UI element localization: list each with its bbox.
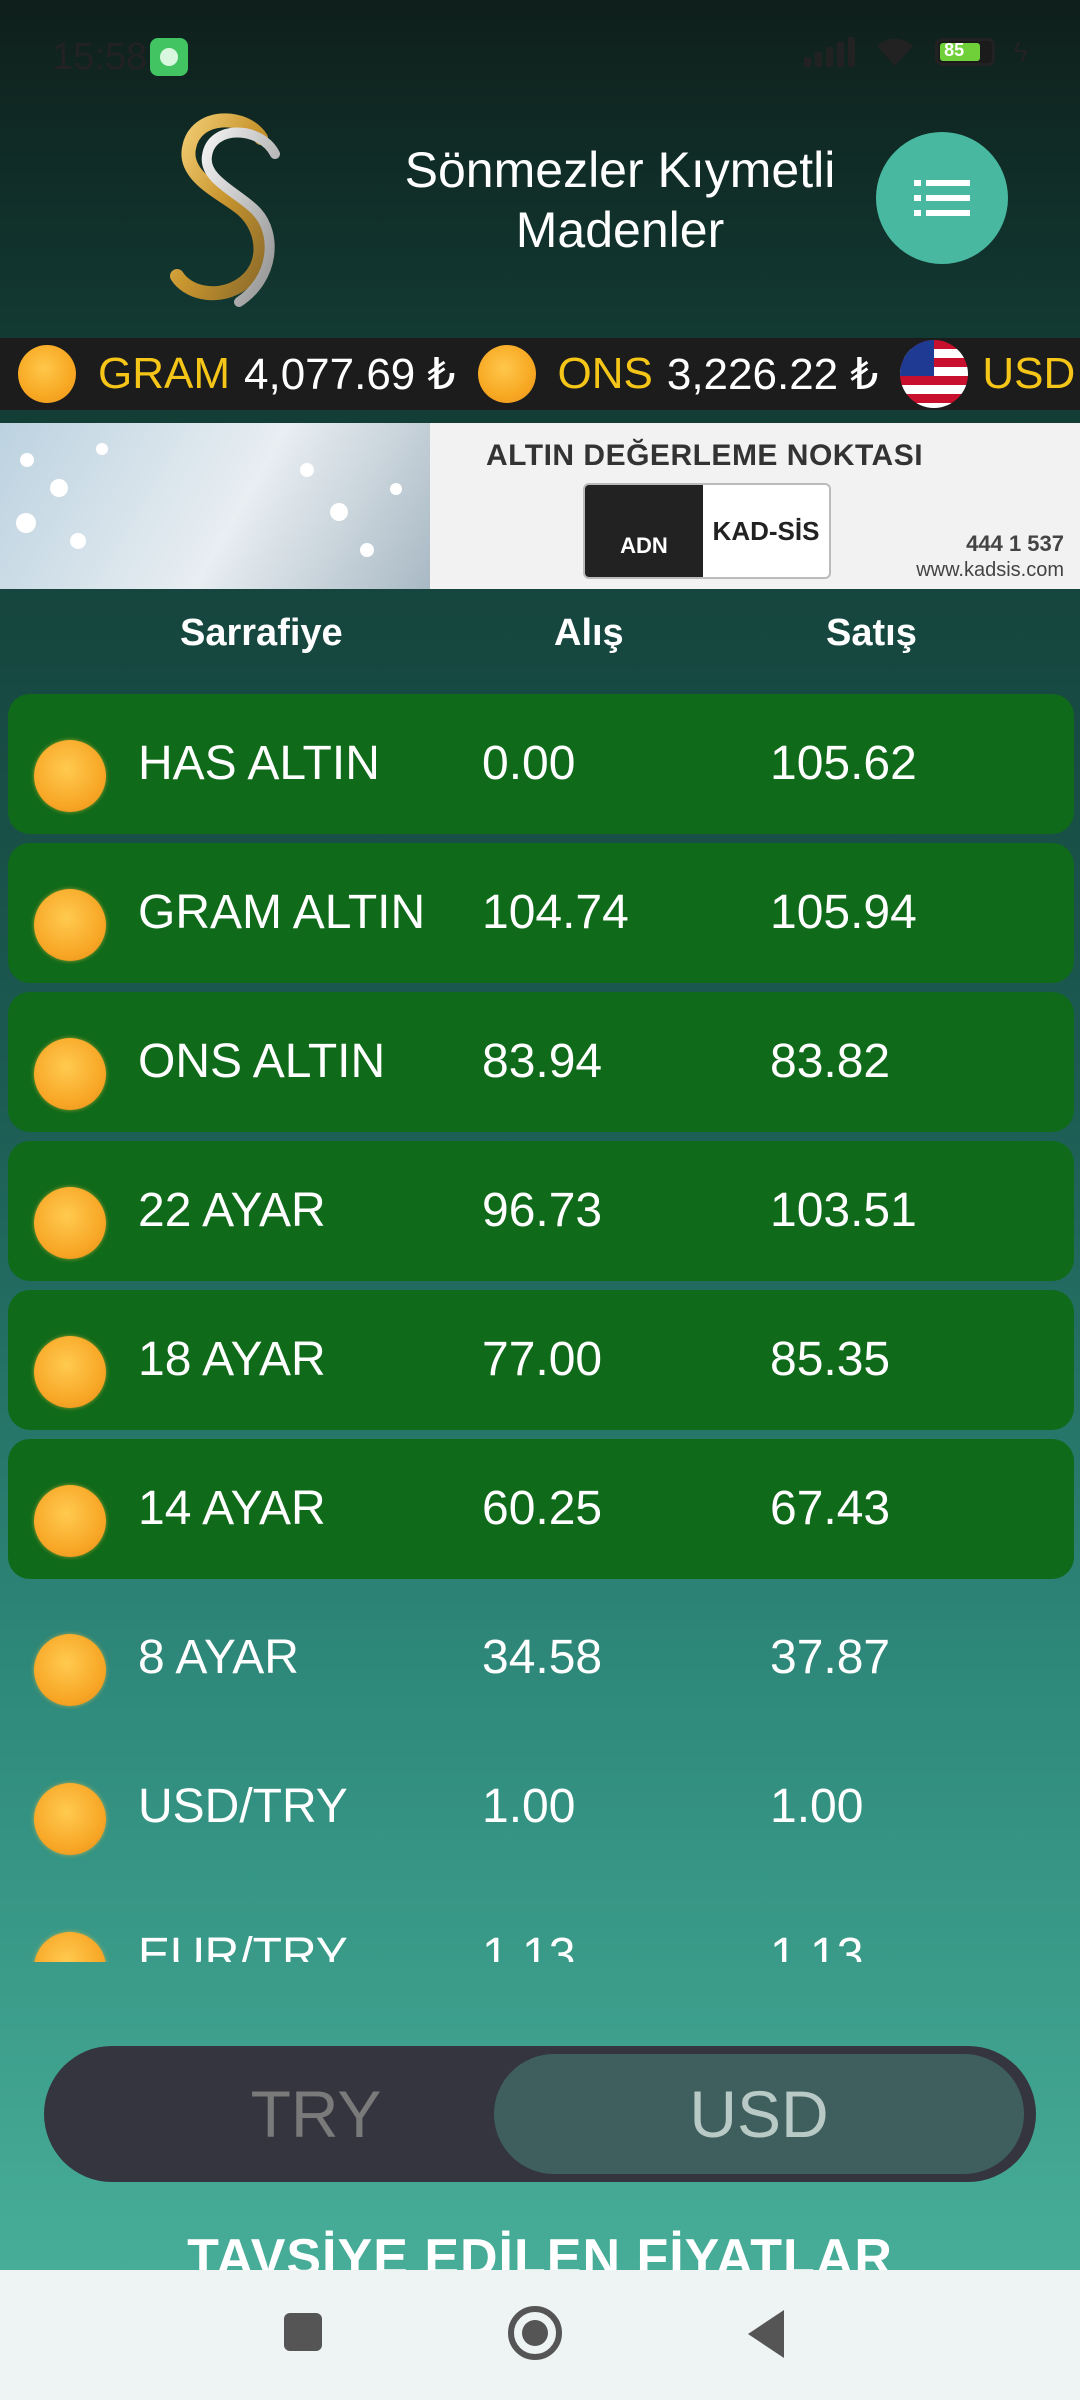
row-buy: 60.25 — [482, 1482, 603, 1535]
column-header-sell: Satış — [826, 612, 917, 654]
advertisement-banner[interactable]: ALTIN DEĞERLEME NOKTASI ADN KAD-SİS 444 … — [0, 423, 1080, 589]
app-title: Sönmezler Kıymetli Madenler — [404, 142, 836, 258]
gold-coin-icon — [18, 345, 76, 403]
charging-icon: ϟ — [1013, 36, 1028, 67]
row-sell: 1.00 — [770, 1780, 864, 1833]
gold-coin-icon — [34, 1634, 106, 1706]
row-sell: 103.51 — [770, 1184, 917, 1237]
currency-toggle[interactable]: TRY USD — [44, 2046, 1036, 2182]
list-menu-icon — [914, 180, 970, 216]
menu-button[interactable] — [876, 132, 1008, 264]
banner-logo-right: KAD-SİS — [712, 515, 820, 546]
gold-coin-icon — [34, 1932, 106, 1962]
gold-coin-icon — [34, 1783, 106, 1855]
row-buy: 83.94 — [482, 1035, 603, 1088]
row-buy: 96.73 — [482, 1184, 603, 1237]
price-list[interactable]: HAS ALTIN 0.00 105.62 GRAM ALTIN 104.74 … — [0, 690, 1080, 1962]
status-icons: 85 ϟ — [804, 36, 1028, 68]
ticker-value: 4,077.69 ₺ — [244, 349, 456, 399]
row-buy: 104.74 — [482, 886, 629, 939]
back-button[interactable] — [748, 2310, 784, 2358]
row-sell: 67.43 — [770, 1482, 891, 1535]
row-name: ONS ALTIN — [138, 1035, 386, 1088]
row-sell: 105.94 — [770, 886, 917, 939]
row-sell: 105.62 — [770, 737, 917, 790]
home-button[interactable] — [508, 2306, 562, 2360]
gold-coin-icon — [34, 889, 106, 961]
gold-coin-icon — [477, 345, 536, 403]
gold-coin-icon — [34, 1336, 106, 1408]
table-row[interactable]: HAS ALTIN 0.00 105.62 — [8, 694, 1074, 834]
handshake-image — [0, 423, 430, 589]
row-sell: 85.35 — [770, 1333, 891, 1386]
row-sell: 1.13 — [770, 1929, 864, 1962]
status-time: 15:58 — [52, 36, 148, 78]
ticker-label: USD — [982, 349, 1076, 398]
row-name: 14 AYAR — [138, 1482, 326, 1535]
row-buy: 77.00 — [482, 1333, 603, 1386]
ticker-label: GRAM — [98, 349, 230, 398]
row-buy: 0.00 — [482, 737, 576, 790]
column-header-name: Sarrafiye — [180, 612, 343, 654]
table-row[interactable]: GRAM ALTIN 104.74 105.94 — [8, 843, 1074, 983]
row-name: 8 AYAR — [138, 1631, 299, 1684]
table-row[interactable]: 22 AYAR 96.73 103.51 — [8, 1141, 1074, 1281]
price-ticker: GRAM 4,077.69 ₺ ONS 3,226.22 ₺ USD — [0, 338, 1080, 410]
table-row[interactable]: USD/TRY 1.00 1.00 — [8, 1737, 1074, 1877]
gold-coin-icon — [34, 1187, 106, 1259]
status-bar: 15:58 85 ϟ — [0, 0, 1080, 110]
banner-logo: ADN KAD-SİS — [583, 483, 831, 579]
banner-title: ALTIN DEĞERLEME NOKTASI — [486, 439, 924, 472]
row-sell: 37.87 — [770, 1631, 891, 1684]
row-name: USD/TRY — [138, 1780, 348, 1833]
signal-icon — [804, 37, 856, 67]
row-buy: 1.00 — [482, 1780, 576, 1833]
wifi-icon — [873, 36, 917, 68]
banner-phone: 444 1 537 — [966, 531, 1064, 556]
banner-logo-left: ADN — [585, 485, 703, 577]
table-row[interactable]: 18 AYAR 77.00 85.35 — [8, 1290, 1074, 1430]
ticker-value: 3,226.22 ₺ — [666, 349, 879, 399]
row-name: GRAM ALTIN — [138, 886, 426, 939]
table-row[interactable]: 14 AYAR 60.25 67.43 — [8, 1439, 1074, 1579]
gold-coin-icon — [34, 740, 106, 812]
recent-apps-button[interactable] — [284, 2313, 322, 2351]
row-name: HAS ALTIN — [138, 737, 380, 790]
toggle-option-usd[interactable]: USD — [494, 2054, 1024, 2174]
table-row[interactable]: EUR/TRY 1.13 1.13 — [8, 1886, 1074, 1962]
app-logo — [165, 108, 291, 312]
battery-level: 85 — [944, 40, 965, 60]
battery-icon: 85 — [935, 38, 996, 66]
gold-coin-icon — [34, 1038, 106, 1110]
banner-url: www.kadsis.com — [916, 559, 1064, 581]
column-header-buy: Alış — [554, 612, 624, 654]
row-name: 22 AYAR — [138, 1184, 326, 1237]
table-row[interactable]: ONS ALTIN 83.94 83.82 — [8, 992, 1074, 1132]
us-flag-icon — [900, 340, 969, 408]
row-buy: 1.13 — [482, 1929, 576, 1962]
gold-coin-icon — [34, 1485, 106, 1557]
ticker-label: ONS — [557, 349, 653, 398]
table-row[interactable]: 8 AYAR 34.58 37.87 — [8, 1588, 1074, 1728]
row-buy: 34.58 — [482, 1631, 603, 1684]
app-notification-icon — [150, 38, 188, 76]
row-name: 18 AYAR — [138, 1333, 326, 1386]
row-name: EUR/TRY — [138, 1929, 348, 1962]
row-sell: 83.82 — [770, 1035, 891, 1088]
